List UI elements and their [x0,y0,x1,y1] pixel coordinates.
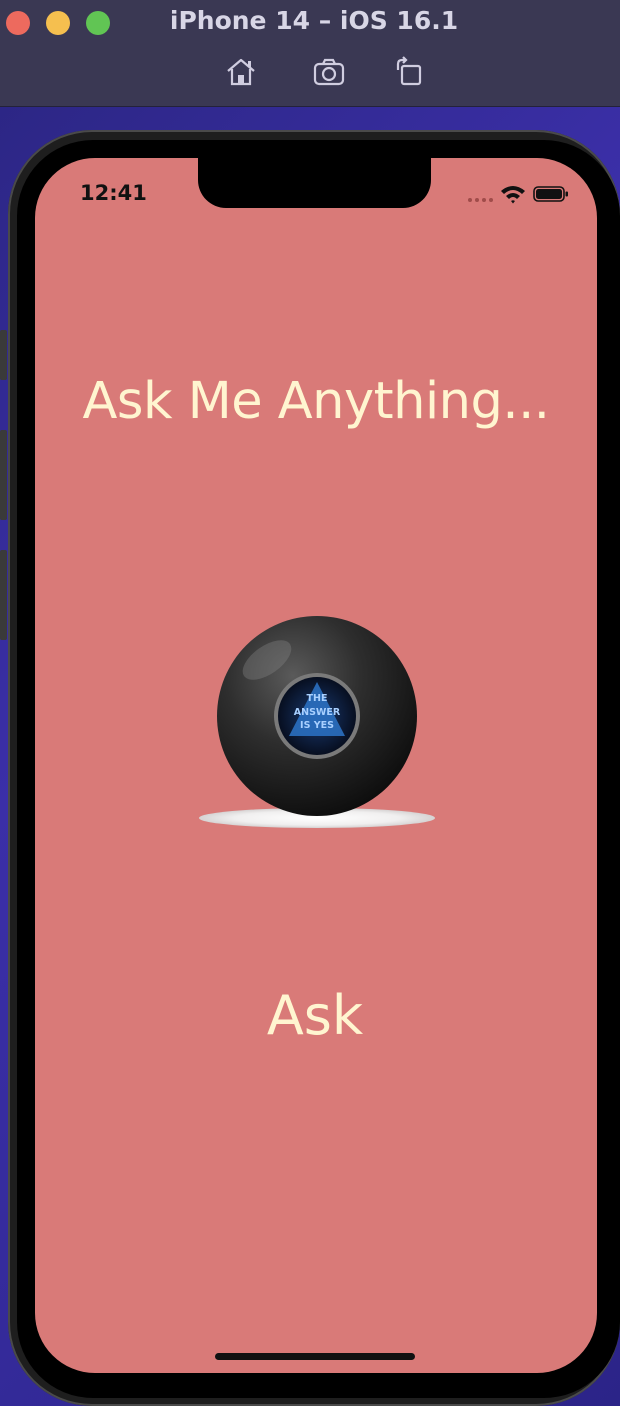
battery-icon [533,186,568,202]
status-time: 12:41 [80,181,147,205]
headline-title: Ask Me Anything... [82,372,550,431]
signal-icon [468,198,493,202]
mute-switch [0,330,7,380]
volume-down-button [0,550,7,640]
answer-line-2: ANSWER [294,707,341,718]
magic-8-ball-image: THE ANSWER IS YES [197,610,437,830]
screenshot-icon[interactable] [312,56,346,88]
rotate-icon[interactable] [392,56,426,88]
ask-button[interactable]: Ask [215,984,415,1047]
answer-line-3: IS YES [300,720,334,731]
simulator-title-bar: iPhone 14 – iOS 16.1 [0,0,620,107]
answer-line-1: THE [307,693,328,704]
notch [198,158,431,208]
home-icon[interactable] [224,56,258,88]
app-screen: 12:41 Ask Me Anything... THE ANSWER IS Y… [35,158,597,1373]
volume-up-button [0,430,7,520]
home-indicator[interactable] [215,1353,415,1360]
window-title: iPhone 14 – iOS 16.1 [169,6,459,35]
wifi-icon [501,186,525,204]
